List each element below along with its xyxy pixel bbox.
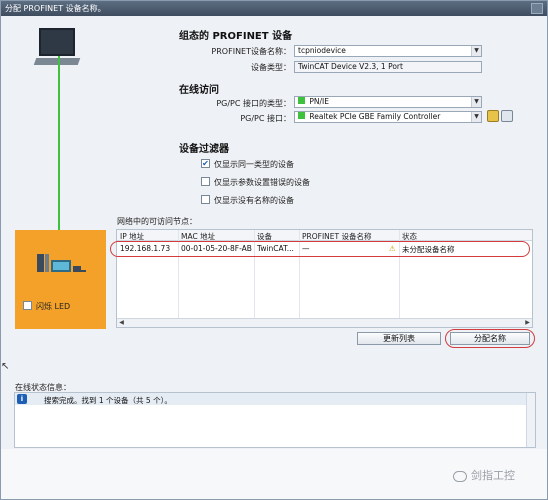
interface-label: PG/PC 接口： xyxy=(240,114,291,123)
close-icon[interactable] xyxy=(531,3,543,14)
device-icon xyxy=(37,254,86,272)
scroll-left-icon[interactable]: ◀ xyxy=(117,319,126,327)
checkbox-icon[interactable] xyxy=(201,177,210,186)
device-type-label: 设备类型： xyxy=(251,63,291,72)
flash-led-label: 闪烁 LED xyxy=(36,302,71,311)
interface-value: Realtek PCIe GBE Family Controller xyxy=(309,112,441,121)
status-log: i 搜索完成。找到 1 个设备（共 5 个）。 xyxy=(14,392,536,448)
status-message: 搜索完成。找到 1 个设备（共 5 个）。 xyxy=(44,396,172,405)
device-filter-title: 设备过滤器 xyxy=(179,144,229,155)
refresh-list-button[interactable]: 更新列表 xyxy=(357,332,441,345)
device-panel: 闪烁 LED xyxy=(15,230,106,329)
title-bar: 分配 PROFINET 设备名称。 xyxy=(1,1,547,16)
checkbox-checked-icon[interactable]: ✔ xyxy=(201,159,210,168)
diagnostics-icon[interactable] xyxy=(501,110,513,122)
status-message-row: i 搜索完成。找到 1 个设备（共 5 个）。 xyxy=(15,393,527,405)
assign-name-dialog: 分配 PROFINET 设备名称。 组态的 PROFINET 设备 PROFIN… xyxy=(0,0,548,500)
assign-highlight-annotation xyxy=(445,329,535,348)
chevron-down-icon[interactable]: ▼ xyxy=(471,97,481,107)
properties-icon[interactable] xyxy=(487,110,499,122)
filter-same-type-label: 仅显示同一类型的设备 xyxy=(214,160,294,169)
device-type-value: TwinCAT Device V2.3, 1 Port xyxy=(298,62,403,71)
interface-type-value: PN/IE xyxy=(309,97,330,106)
chevron-down-icon[interactable]: ▼ xyxy=(471,112,481,122)
wechat-icon xyxy=(453,471,467,482)
device-name-label: PROFINET设备名称： xyxy=(211,47,291,56)
online-access-title: 在线访问 xyxy=(179,85,219,96)
info-icon: i xyxy=(17,394,27,404)
monitor-icon xyxy=(39,28,75,56)
filter-param-error-option[interactable]: 仅显示参数设置错误的设备 xyxy=(201,177,310,188)
interface-type-select[interactable]: PN/IE ▼ xyxy=(294,96,482,108)
scroll-right-icon[interactable]: ▶ xyxy=(523,319,532,327)
vertical-scrollbar[interactable] xyxy=(526,393,535,447)
device-name-combobox[interactable]: tcpniodevice ▼ xyxy=(294,45,482,57)
network-adapter-icon xyxy=(298,112,305,119)
config-area: 组态的 PROFINET 设备 PROFINET设备名称： tcpniodevi… xyxy=(1,16,547,226)
window-title: 分配 PROFINET 设备名称。 xyxy=(5,4,106,13)
checkbox-icon[interactable] xyxy=(23,301,32,310)
accessible-nodes-label: 网络中的可访问节点： xyxy=(117,217,197,226)
interface-select[interactable]: Realtek PCIe GBE Family Controller ▼ xyxy=(294,111,482,123)
checkbox-icon[interactable] xyxy=(201,195,210,204)
flash-led-option[interactable]: 闪烁 LED xyxy=(23,301,70,312)
filter-same-type-option[interactable]: ✔ 仅显示同一类型的设备 xyxy=(201,159,294,170)
watermark-text: 剑指工控 xyxy=(471,469,515,482)
device-type-field: TwinCAT Device V2.3, 1 Port xyxy=(294,61,482,73)
network-icon xyxy=(298,97,305,104)
device-name-value: tcpniodevice xyxy=(298,46,346,55)
filter-param-error-label: 仅显示参数设置错误的设备 xyxy=(214,178,310,187)
keyboard-icon xyxy=(33,58,81,65)
interface-type-label: PG/PC 接口的类型： xyxy=(216,99,291,108)
accessible-nodes-table: IP 地址 MAC 地址 设备 PROFINET 设备名称 状态 192.168… xyxy=(110,229,533,328)
row-highlight-annotation xyxy=(110,241,530,257)
table-header: IP 地址 MAC 地址 设备 PROFINET 设备名称 状态 xyxy=(117,230,532,241)
network-connection-line xyxy=(58,56,60,252)
horizontal-scrollbar[interactable]: ◀ ▶ xyxy=(117,318,532,327)
filter-no-name-option[interactable]: 仅显示没有名称的设备 xyxy=(201,195,294,206)
filter-no-name-label: 仅显示没有名称的设备 xyxy=(214,196,294,205)
configured-device-title: 组态的 PROFINET 设备 xyxy=(179,31,293,42)
chevron-down-icon[interactable]: ▼ xyxy=(471,46,481,56)
cursor-icon: ↖ xyxy=(1,361,10,372)
